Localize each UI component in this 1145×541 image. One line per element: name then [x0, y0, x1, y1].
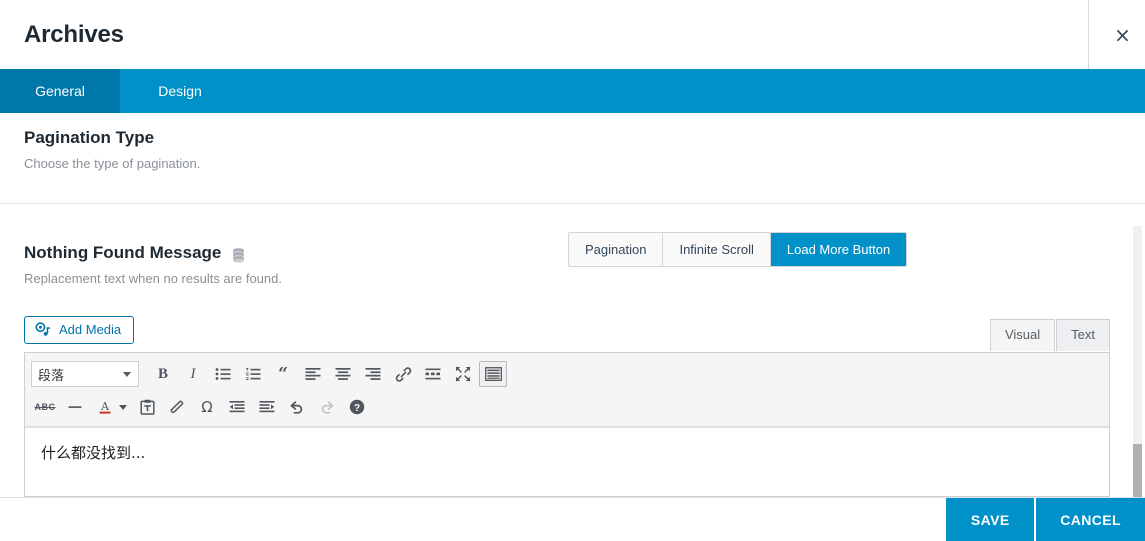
fullscreen-icon[interactable]	[449, 361, 477, 387]
text-color-icon[interactable]: A	[91, 394, 119, 420]
editor-mode-tabs: Visual Text	[989, 319, 1110, 351]
modal-header: Archives ×	[0, 0, 1145, 69]
increase-indent-icon[interactable]	[253, 394, 281, 420]
format-select-value: 段落	[38, 368, 65, 384]
align-center-icon[interactable]	[329, 361, 357, 387]
undo-icon[interactable]	[283, 394, 311, 420]
header-divider	[1088, 0, 1089, 69]
keyboard-shortcuts-icon[interactable]: ?	[343, 394, 371, 420]
svg-text:A: A	[100, 400, 110, 413]
add-media-icon	[35, 322, 51, 338]
archives-settings-modal: Archives × General Design Pagination Typ…	[0, 0, 1145, 541]
nothing-found-title: Nothing Found Message	[24, 242, 1121, 264]
add-media-button[interactable]: Add Media	[24, 316, 135, 344]
svg-text:?: ?	[354, 403, 360, 414]
nothing-found-description: Replacement text when no results are fou…	[24, 271, 282, 286]
settings-body: Pagination Type Choose the type of pagin…	[0, 113, 1145, 497]
italic-icon[interactable]: I	[179, 361, 207, 387]
editor-tab-visual[interactable]: Visual	[989, 319, 1056, 351]
bulleted-list-icon[interactable]	[209, 361, 237, 387]
editor-box: 段落 B I “ ABC A Ω ? 什么都没找到...	[24, 352, 1110, 497]
pagination-title: Pagination Type	[24, 128, 155, 147]
editor-content-area[interactable]: 什么都没找到...	[25, 427, 1109, 496]
bold-icon[interactable]: B	[149, 361, 177, 387]
vertical-scrollbar[interactable]	[1133, 226, 1142, 497]
modal-footer: SAVE CANCEL	[0, 497, 1145, 541]
horizontal-rule-icon[interactable]	[61, 394, 89, 420]
strikethrough-icon[interactable]: ABC	[31, 394, 59, 420]
editor-media-row: Add Media Visual Text	[24, 316, 1110, 352]
wp-editor: Add Media Visual Text 段落 B I “ ABC A Ω ?…	[24, 316, 1110, 497]
database-icon	[232, 247, 245, 263]
setting-pagination-type: Pagination Type Choose the type of pagin…	[0, 113, 1145, 203]
editor-toolbar: 段落 B I “ ABC A Ω ?	[25, 353, 1109, 427]
blockquote-icon[interactable]: “	[269, 361, 297, 387]
clear-formatting-icon[interactable]	[163, 394, 191, 420]
save-button[interactable]: SAVE	[946, 498, 1035, 541]
cancel-button[interactable]: CANCEL	[1036, 498, 1145, 541]
tab-design[interactable]: Design	[120, 69, 240, 113]
toolbar-toggle-icon[interactable]	[479, 361, 507, 387]
pagination-label-column: Pagination Type Choose the type of pagin…	[24, 127, 200, 173]
nothing-found-title-text: Nothing Found Message	[24, 243, 222, 262]
modal-tabbar: General Design	[0, 69, 1145, 113]
decrease-indent-icon[interactable]	[223, 394, 251, 420]
special-character-icon[interactable]: Ω	[193, 394, 221, 420]
chevron-down-icon	[123, 371, 131, 377]
add-media-label: Add Media	[59, 322, 122, 337]
align-left-icon[interactable]	[299, 361, 327, 387]
close-icon: ×	[1114, 22, 1131, 47]
format-select[interactable]: 段落	[31, 361, 139, 387]
pagination-description: Choose the type of pagination.	[24, 156, 201, 171]
insert-link-icon[interactable]	[389, 361, 417, 387]
close-button[interactable]: ×	[1100, 0, 1145, 69]
redo-icon[interactable]	[313, 394, 341, 420]
scrollbar-thumb[interactable]	[1133, 444, 1142, 497]
paste-as-text-icon[interactable]	[133, 394, 161, 420]
tab-general[interactable]: General	[0, 69, 120, 113]
editor-toolbar-row-1: 段落 B I “	[31, 359, 1105, 389]
align-right-icon[interactable]	[359, 361, 387, 387]
read-more-icon[interactable]	[419, 361, 447, 387]
numbered-list-icon[interactable]	[239, 361, 267, 387]
editor-tab-text[interactable]: Text	[1056, 319, 1110, 351]
setting-nothing-found-message: Nothing Found Message Replacement text w…	[0, 204, 1145, 288]
text-color-chevron-down-icon[interactable]	[119, 404, 127, 410]
page-title: Archives	[24, 20, 124, 48]
tab-design-label: Design	[158, 83, 202, 99]
editor-toolbar-row-2: ABC A Ω ?	[31, 392, 1105, 422]
tab-general-label: General	[35, 83, 85, 99]
